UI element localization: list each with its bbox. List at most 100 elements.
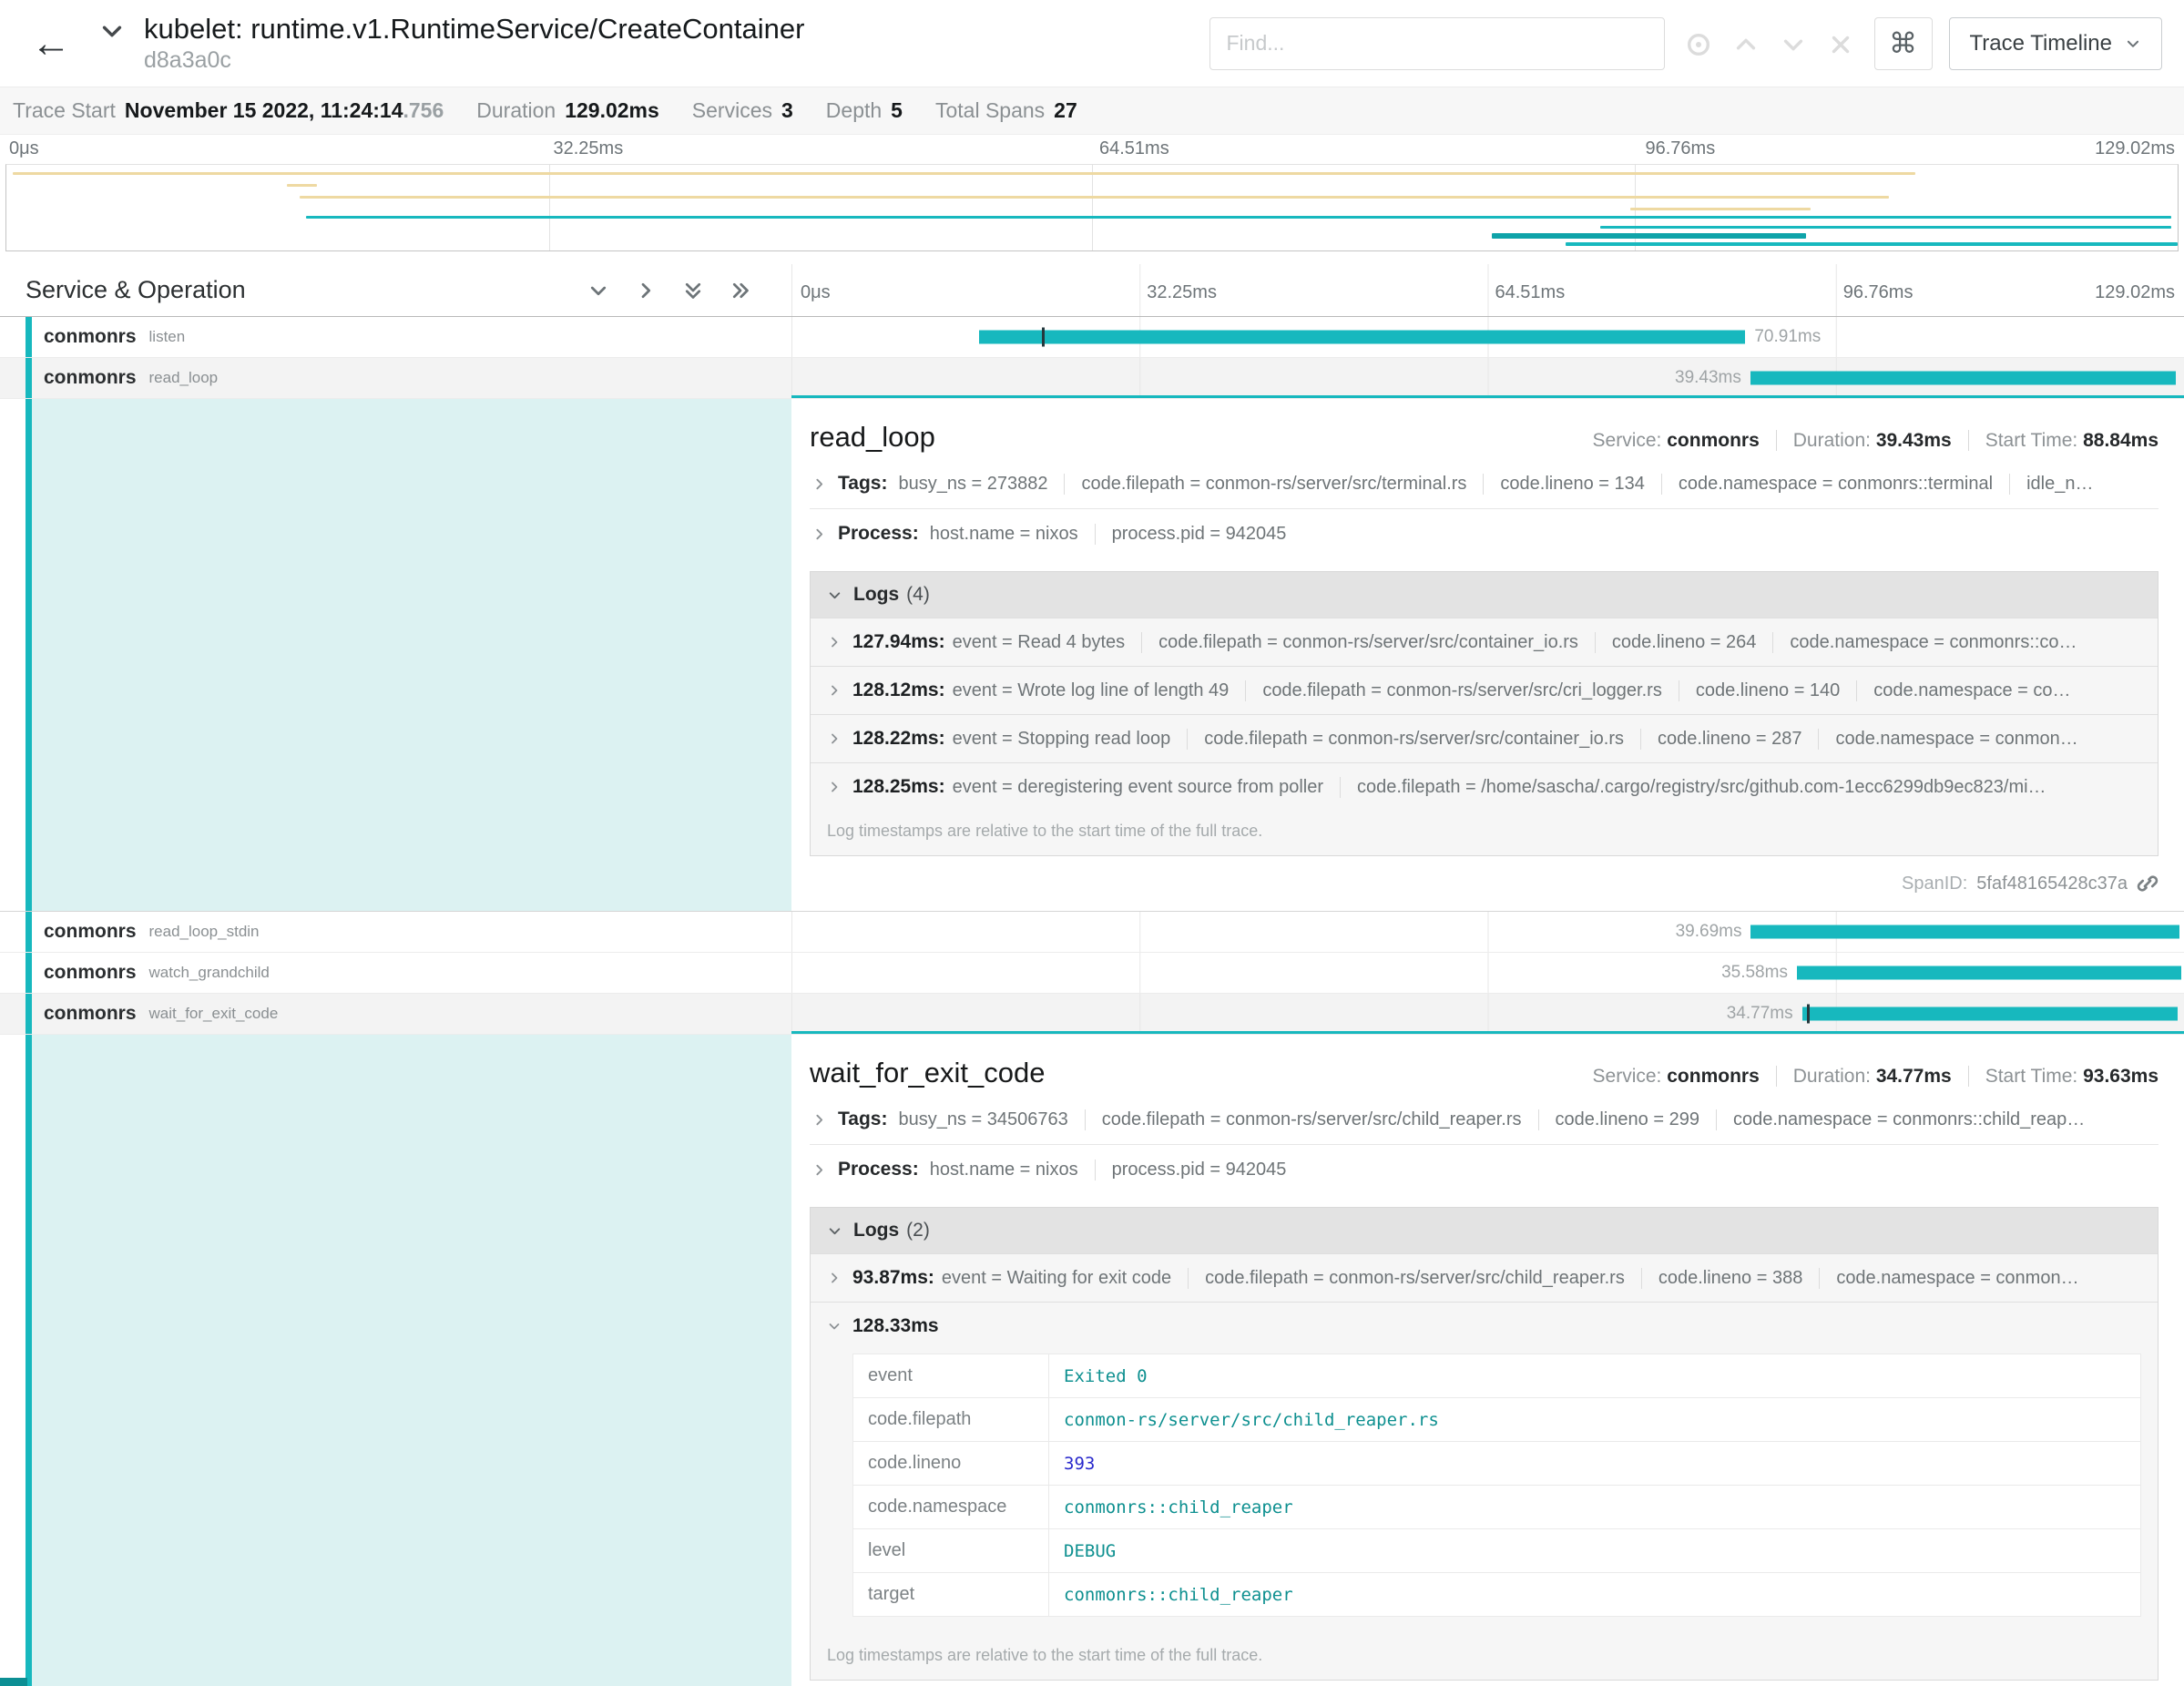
minimap-gridline [1092,165,1093,250]
minimap-span-segment [306,216,2171,219]
span-row-watch_grandchild[interactable]: conmonrs watch_grandchild 35.58ms [0,953,2184,994]
summary-total-spans: Total Spans27 [935,98,1077,123]
span-service-name: conmonrs [44,921,137,943]
trace-id: d8a3a0c [144,47,804,74]
tick-label: 96.76ms [1843,282,1914,303]
span-detail-content: read_loop Service: conmonrsDuration: 39.… [791,399,2184,911]
log-entry[interactable]: 128.25ms: event = deregistering event so… [811,762,2158,811]
back-button[interactable]: ← [22,24,80,64]
span-timeline-cell[interactable]: 39.69ms [791,912,2184,952]
minimap-canvas[interactable] [5,164,2179,251]
span-detail-left-column [0,399,791,911]
span-row-left[interactable]: conmonrs read_loop_stdin [0,912,791,952]
service-operation-header: Service & Operation [0,264,791,316]
tick-label: 129.02ms [2095,138,2175,159]
expand-one-icon[interactable] [730,278,751,303]
find-clear-icon[interactable] [1827,28,1854,59]
span-detail-title: wait_for_exit_code [810,1057,1046,1089]
span-service-name: conmonrs [44,962,137,984]
chevron-down-icon [2125,36,2141,52]
tick-label: 64.51ms [1495,282,1566,303]
topbar-controls: ⌘ Trace Timeline [1209,17,2163,70]
find-prev-icon[interactable] [1732,28,1760,59]
trace-summary-bar: Trace StartNovember 15 2022, 11:24:14.75… [0,87,2184,135]
span-row-listen[interactable]: conmonrs listen 70.91ms [0,317,2184,358]
span-detail-header: read_loop Service: conmonrsDuration: 39.… [810,421,2158,454]
tags-accordion[interactable]: Tags: busy_ns = 273882 code.filepath = c… [810,459,2158,509]
chevron-right-icon [811,476,827,492]
tick-label: 129.02ms [2095,282,2175,303]
span-timeline-cell[interactable]: 70.91ms [791,317,2184,357]
logs-header[interactable]: Logs (2) [811,1208,2158,1253]
span-duration-bar[interactable] [1802,1007,2178,1021]
span-timeline-cell[interactable]: 35.58ms [791,953,2184,993]
span-duration-label: 35.58ms [1721,963,1797,983]
span-row-wait_for_exit_code[interactable]: conmonrs wait_for_exit_code 34.77ms [0,994,2184,1035]
chevron-down-icon [827,588,842,603]
process-accordion[interactable]: Process: host.name = nixos process.pid =… [810,509,2158,558]
table-row: code.lineno 393 [853,1442,2141,1486]
span-duration-bar[interactable] [979,331,1745,344]
process-pair: process.pid = 942045 [1095,1160,1287,1180]
span-timeline-cell[interactable]: 34.77ms [791,994,2184,1034]
span-row-left[interactable]: conmonrs watch_grandchild [0,953,791,993]
title-collapse-chevron-icon[interactable] [98,15,126,46]
tag-pair: code.namespace = conmonrs::child_reap… [1716,1109,2085,1130]
minimap-span-segment [300,196,1889,199]
span-detail-highlight [32,399,791,911]
log-entry[interactable]: 128.22ms: event = Stopping read loop cod… [811,714,2158,762]
span-row-read_loop_stdin[interactable]: conmonrs read_loop_stdin 39.69ms [0,912,2184,953]
span-detail-read_loop: read_loop Service: conmonrsDuration: 39.… [0,399,2184,912]
log-marker [1042,328,1045,347]
log-entry[interactable]: 93.87ms: event = Waiting for exit code c… [811,1253,2158,1302]
collapse-all-icon[interactable] [587,278,609,303]
span-duration-label: 39.43ms [1675,368,1750,388]
logs-accordion: Logs (2) 93.87ms: event = Waiting for ex… [810,1207,2158,1681]
find-next-icon[interactable] [1780,28,1807,59]
process-accordion[interactable]: Process: host.name = nixos process.pid =… [810,1145,2158,1194]
expand-all-icon[interactable] [682,278,704,303]
logs-header[interactable]: Logs (4) [811,572,2158,618]
find-input[interactable] [1209,17,1665,70]
span-duration-bar[interactable] [1750,925,2179,939]
chevron-right-icon [811,1112,827,1128]
span-timeline-cell[interactable]: 39.43ms [791,358,2184,398]
timeline-header-axis: 0μs 32.25ms 64.51ms 96.76ms 129.02ms [791,264,2184,316]
process-pair: host.name = nixos [930,1160,1078,1180]
span-duration-bar[interactable] [1797,966,2181,980]
span-row-left[interactable]: conmonrs read_loop [0,358,791,398]
span-row-left[interactable]: conmonrs wait_for_exit_code [0,994,791,1034]
collapse-one-icon[interactable] [635,278,657,303]
tag-pair: idle_n… [2009,474,2093,495]
span-color-strip [26,953,32,993]
trace-title: kubelet: runtime.v1.RuntimeService/Creat… [144,13,804,46]
tag-pair: busy_ns = 34506763 [898,1109,1067,1130]
trace-minimap: 0μs 32.25ms 64.51ms 96.76ms 129.02ms [0,135,2184,251]
log-entry[interactable]: 128.12ms: event = Wrote log line of leng… [811,666,2158,714]
table-row: level DEBUG [853,1529,2141,1573]
table-row: code.namespace conmonrs::child_reaper [853,1486,2141,1529]
log-fields-table-wrap: event Exited 0 code.filepath conmon-rs/s… [811,1350,2158,1635]
tags-accordion[interactable]: Tags: busy_ns = 34506763 code.filepath =… [810,1095,2158,1145]
log-entry[interactable]: 127.94ms: event = Read 4 bytes code.file… [811,618,2158,666]
span-row-left[interactable]: conmonrs listen [0,317,791,357]
keyboard-shortcuts-button[interactable]: ⌘ [1874,17,1933,70]
span-detail-meta: Service: conmonrsDuration: 34.77msStart … [1593,1066,2158,1088]
tick-label: 96.76ms [1646,138,1716,159]
tag-pair: code.filepath = conmon-rs/server/src/chi… [1085,1109,1522,1130]
copy-link-icon[interactable] [2137,873,2158,894]
span-duration-bar[interactable] [1750,372,2176,385]
trace-timeline-view-selector[interactable]: Trace Timeline [1949,17,2163,70]
chevron-down-icon [827,1319,842,1333]
table-row: target conmonrs::child_reaper [853,1573,2141,1617]
minimap-span-segment [1600,226,2171,229]
trace-page-header: ← kubelet: runtime.v1.RuntimeService/Cre… [0,0,2184,87]
tag-pair: code.namespace = conmonrs::terminal [1661,474,1993,495]
log-entry-expanded[interactable]: 128.33ms [811,1302,2158,1350]
log-footnote: Log timestamps are relative to the start… [811,1635,2158,1680]
tick-label: 32.25ms [1147,282,1217,303]
span-row-read_loop[interactable]: conmonrs read_loop 39.43ms [0,358,2184,399]
span-duration-label: 34.77ms [1727,1004,1802,1024]
chevron-right-icon [827,635,842,649]
locate-icon[interactable] [1685,28,1712,59]
